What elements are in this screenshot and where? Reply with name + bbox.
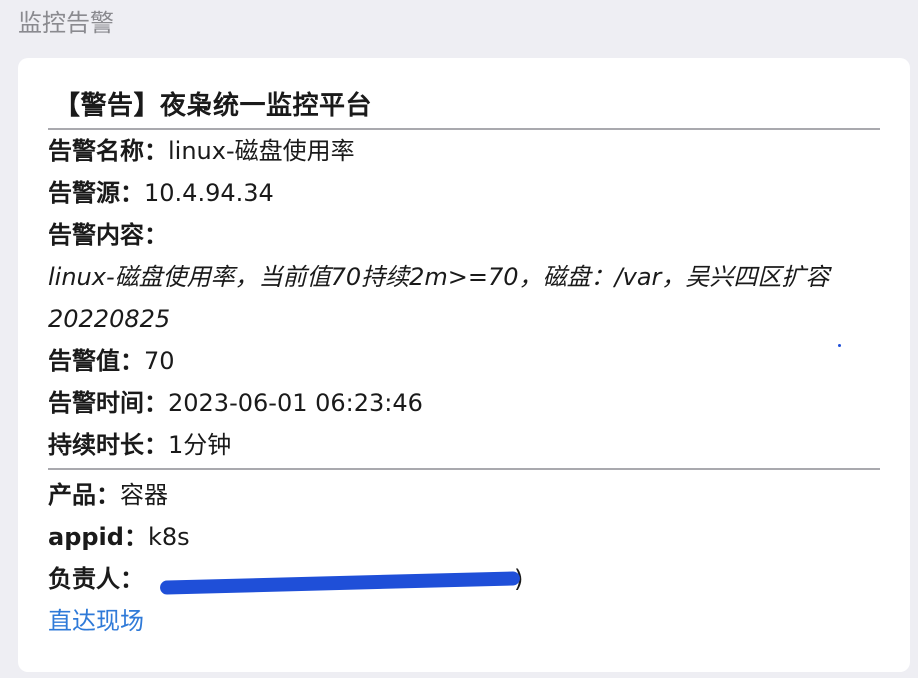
alert-content-row: 告警内容： (48, 214, 880, 256)
alert-source-label: 告警源： (48, 179, 144, 207)
alert-time-row: 告警时间：2023-06-01 06:23:46 (48, 382, 880, 424)
alert-source-row: 告警源：10.4.94.34 (48, 172, 880, 214)
alert-time-value: 2023-06-01 06:23:46 (168, 389, 423, 417)
duration-value: 1分钟 (168, 431, 232, 459)
alert-title: 【警告】夜枭统一监控平台 (54, 91, 373, 121)
alert-name-label: 告警名称： (48, 137, 168, 165)
owner-row: 负责人：) (48, 558, 880, 600)
page-header: 监控告警 (18, 9, 114, 37)
alert-time-label: 告警时间： (48, 389, 168, 417)
owner-label: 负责人： (48, 565, 144, 593)
product-value: 容器 (120, 481, 168, 509)
alert-card-body: 【警告】夜枭统一监控平台 告警名称：linux-磁盘使用率 告警源：10.4.9… (48, 86, 880, 642)
product-row: 产品：容器 (48, 474, 880, 516)
section-divider (48, 468, 880, 470)
go-to-scene-link[interactable]: 直达现场 (48, 600, 880, 642)
alert-name-value: linux-磁盘使用率 (168, 137, 355, 165)
alert-content-label: 告警内容： (48, 221, 168, 249)
alert-value-label: 告警值： (48, 347, 144, 375)
product-label: 产品： (48, 481, 120, 509)
redaction-mark (159, 571, 521, 595)
alert-name-row: 告警名称：linux-磁盘使用率 (48, 130, 880, 172)
alert-value-value: 70 (144, 347, 175, 375)
duration-label: 持续时长： (48, 431, 168, 459)
alert-card: 【警告】夜枭统一监控平台 告警名称：linux-磁盘使用率 告警源：10.4.9… (18, 58, 910, 672)
appid-label: appid： (48, 523, 148, 551)
alert-content-value: linux-磁盘使用率，当前值70持续2m>=70，磁盘：/var，吴兴四区扩容… (48, 263, 830, 333)
appid-value: k8s (147, 523, 190, 551)
duration-row: 持续时长：1分钟 (48, 424, 880, 466)
alert-value-row: 告警值：70 (48, 340, 880, 382)
alert-source-value: 10.4.94.34 (144, 179, 274, 207)
appid-row: appid：k8s (48, 516, 880, 558)
